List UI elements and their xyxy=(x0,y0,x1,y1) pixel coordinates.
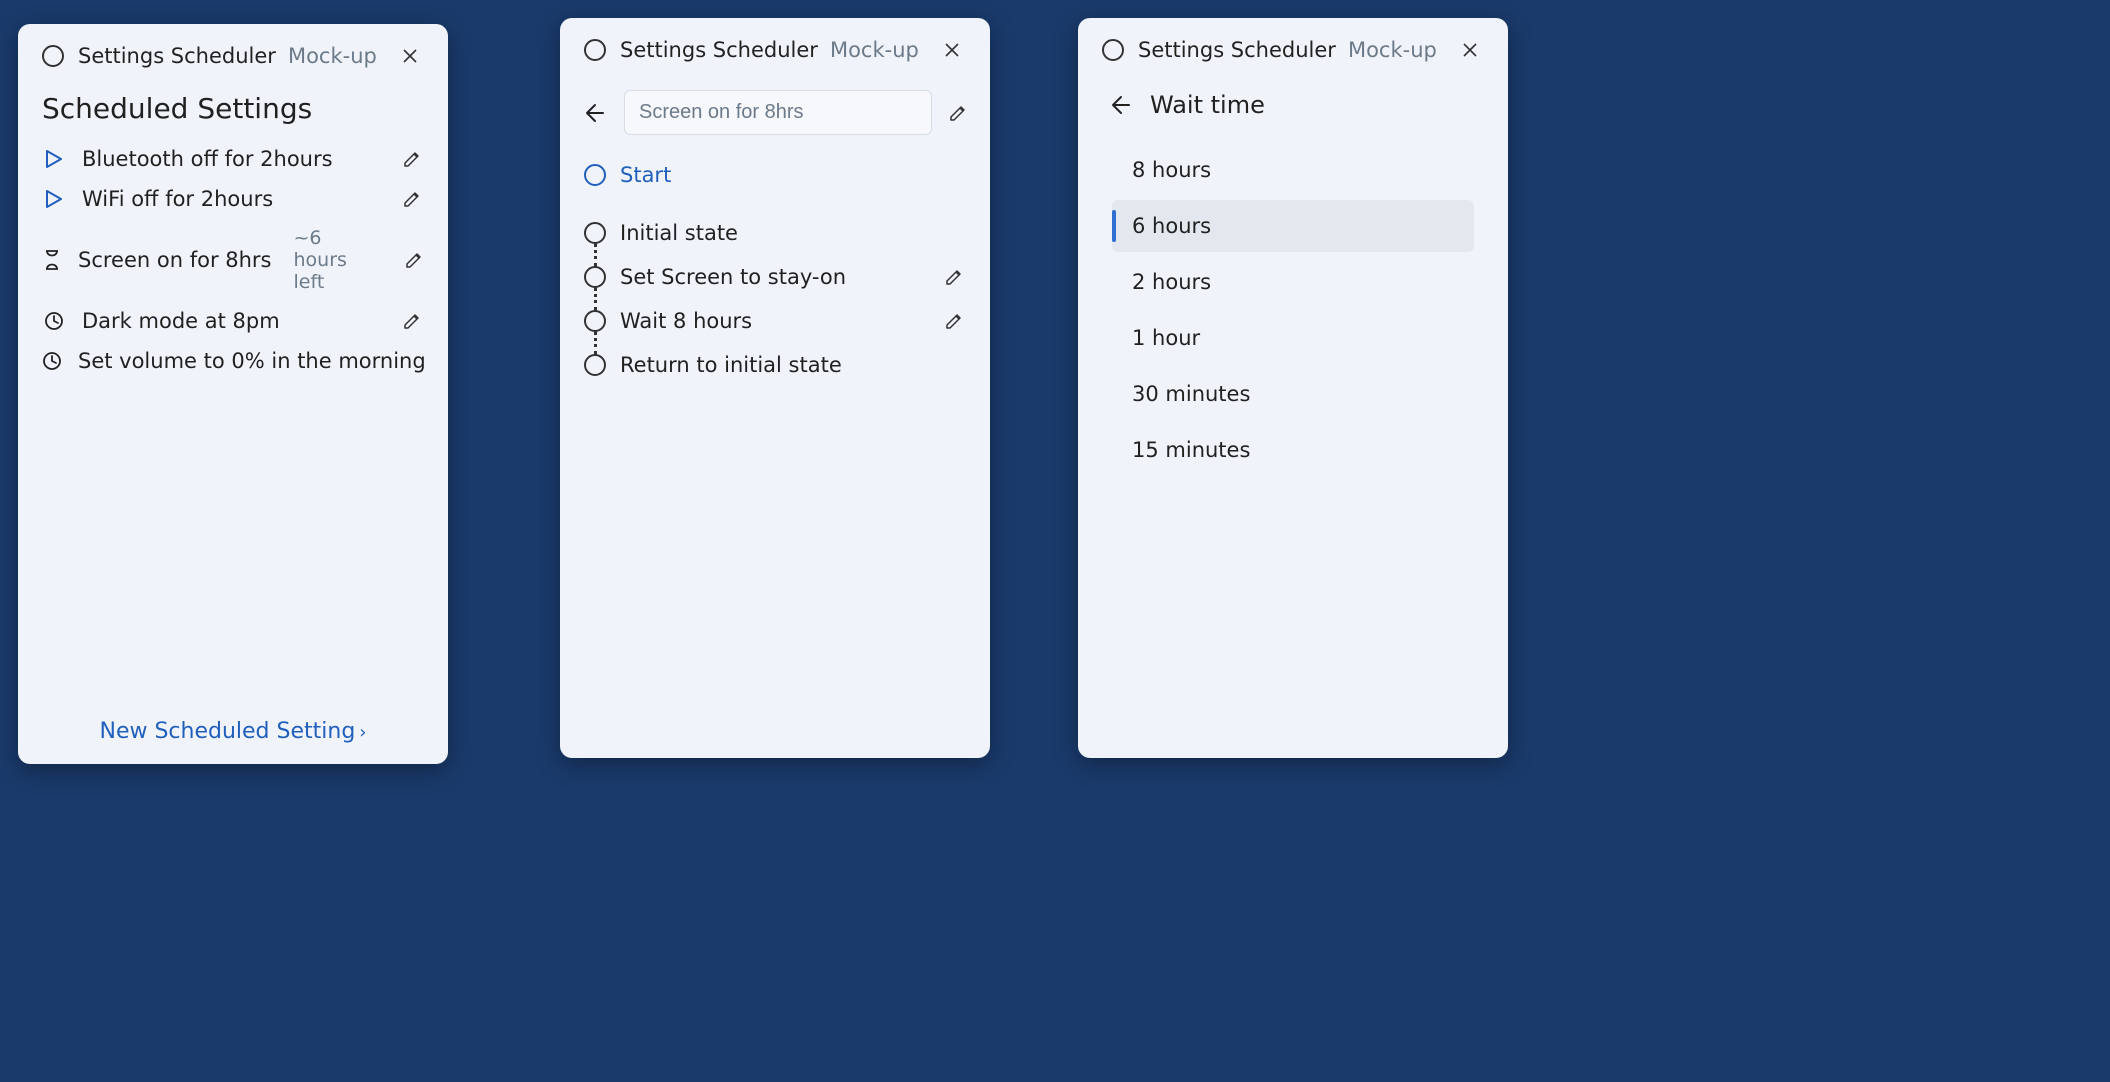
wait-option[interactable]: 2 hours xyxy=(1112,256,1474,308)
flow-step-label: Wait 8 hours xyxy=(620,309,752,333)
panel-edit-schedule: Settings Scheduler Mock-up Start Initial… xyxy=(560,18,990,758)
panel-scheduled-settings: Settings Scheduler Mock-up Scheduled Set… xyxy=(18,24,448,764)
scheduled-item[interactable]: Bluetooth off for 2hours xyxy=(42,139,424,179)
scheduled-item-label: WiFi off for 2hours xyxy=(82,187,273,211)
close-button[interactable] xyxy=(934,32,970,68)
flow-step[interactable]: Initial state xyxy=(584,211,966,255)
clock-icon xyxy=(42,311,66,331)
close-icon xyxy=(1462,42,1478,58)
wait-option-label: 2 hours xyxy=(1132,270,1211,294)
app-title: Settings Scheduler xyxy=(1138,38,1336,62)
app-subtitle: Mock-up xyxy=(830,38,919,62)
close-icon xyxy=(944,42,960,58)
schedule-name-input[interactable] xyxy=(624,90,932,135)
wait-option[interactable]: 1 hour xyxy=(1112,312,1474,364)
edit-item-button[interactable] xyxy=(404,248,424,272)
start-label: Start xyxy=(620,163,671,187)
new-scheduled-setting-link[interactable]: New Scheduled Setting› xyxy=(42,701,424,764)
close-button[interactable] xyxy=(392,38,428,74)
page-heading: Scheduled Settings xyxy=(42,92,424,125)
flow-step[interactable]: Set Screen to stay-on xyxy=(584,255,966,299)
step-node-icon xyxy=(584,164,606,186)
app-title: Settings Scheduler xyxy=(620,38,818,62)
wait-option-label: 1 hour xyxy=(1132,326,1200,350)
wait-option[interactable]: 15 minutes xyxy=(1112,424,1474,476)
play-icon xyxy=(42,148,66,170)
play-icon xyxy=(42,188,66,210)
wait-option-label: 15 minutes xyxy=(1132,438,1250,462)
scheduled-item[interactable]: Screen on for 8hrs ~6 hours left xyxy=(42,219,424,301)
step-node-icon xyxy=(584,354,606,376)
app-icon xyxy=(1102,39,1124,61)
edit-step-button[interactable] xyxy=(942,265,966,289)
hourglass-icon xyxy=(42,249,62,271)
start-step[interactable]: Start xyxy=(584,153,966,197)
flow-step-label: Initial state xyxy=(620,221,738,245)
step-node-icon xyxy=(584,266,606,288)
scheduled-item-label: Bluetooth off for 2hours xyxy=(82,147,333,171)
scheduled-item[interactable]: WiFi off for 2hours xyxy=(42,179,424,219)
flow-step[interactable]: Return to initial state xyxy=(584,343,966,387)
wait-option-label: 30 minutes xyxy=(1132,382,1250,406)
chevron-right-icon: › xyxy=(359,722,366,743)
app-subtitle: Mock-up xyxy=(288,44,377,68)
scheduled-item[interactable]: Dark mode at 8pm xyxy=(42,301,424,341)
edit-step-button[interactable] xyxy=(942,309,966,333)
flow-step[interactable]: Wait 8 hours xyxy=(584,299,966,343)
back-button[interactable] xyxy=(1106,90,1136,120)
scheduled-item-label: Screen on for 8hrs xyxy=(78,248,272,272)
scheduled-item[interactable]: Set volume to 0% in the morning xyxy=(42,341,424,381)
new-scheduled-setting-label: New Scheduled Setting xyxy=(99,719,355,744)
edit-item-button[interactable] xyxy=(400,309,424,333)
titlebar: Settings Scheduler Mock-up xyxy=(1078,18,1508,82)
pencil-icon xyxy=(948,103,968,123)
clock-icon xyxy=(42,351,62,371)
step-node-icon xyxy=(584,310,606,332)
arrow-left-icon xyxy=(1109,93,1133,117)
titlebar: Settings Scheduler Mock-up xyxy=(560,18,990,82)
app-title: Settings Scheduler xyxy=(78,44,276,68)
app-icon xyxy=(42,45,64,67)
scheduled-item-label: Set volume to 0% in the morning xyxy=(78,349,426,373)
flow-step-label: Set Screen to stay-on xyxy=(620,265,846,289)
wait-option-label: 6 hours xyxy=(1132,214,1211,238)
close-button[interactable] xyxy=(1452,32,1488,68)
scheduled-item-label: Dark mode at 8pm xyxy=(82,309,280,333)
edit-item-button[interactable] xyxy=(400,187,424,211)
step-node-icon xyxy=(584,222,606,244)
edit-item-button[interactable] xyxy=(400,147,424,171)
app-icon xyxy=(584,39,606,61)
wait-option[interactable]: 30 minutes xyxy=(1112,368,1474,420)
page-heading: Wait time xyxy=(1150,91,1265,119)
wait-option-label: 8 hours xyxy=(1132,158,1211,182)
panel-wait-time: Settings Scheduler Mock-up Wait time 8 h… xyxy=(1078,18,1508,758)
back-button[interactable] xyxy=(580,98,610,128)
wait-option[interactable]: 6 hours xyxy=(1112,200,1474,252)
edit-name-button[interactable] xyxy=(946,101,970,125)
scheduled-item-meta: ~6 hours left xyxy=(294,227,372,293)
flow-step-label: Return to initial state xyxy=(620,353,842,377)
close-icon xyxy=(402,48,418,64)
arrow-left-icon xyxy=(583,101,607,125)
titlebar: Settings Scheduler Mock-up xyxy=(18,24,448,88)
wait-option[interactable]: 8 hours xyxy=(1112,144,1474,196)
app-subtitle: Mock-up xyxy=(1348,38,1437,62)
